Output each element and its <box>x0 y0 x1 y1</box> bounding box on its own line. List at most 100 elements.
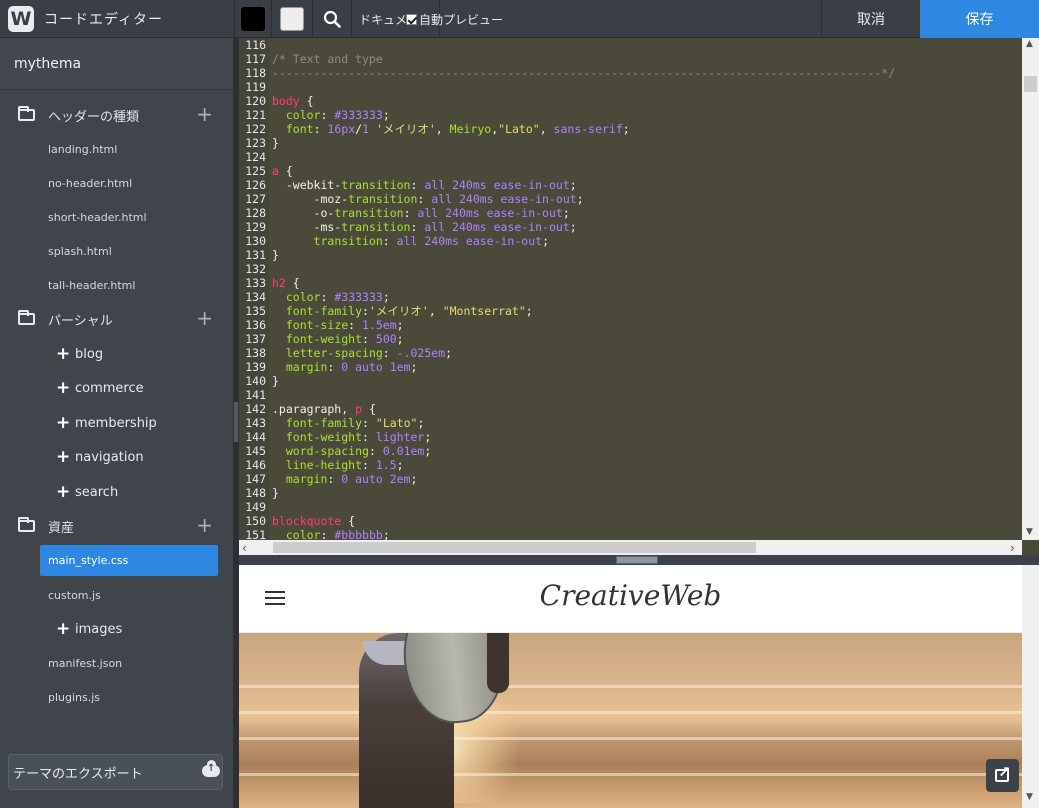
code-token: { <box>299 94 314 108</box>
folder-item-membership[interactable]: + membership <box>0 408 233 438</box>
save-button[interactable]: 保存 <box>920 0 1039 38</box>
autopreview-toggle[interactable]: 自動プレビュー <box>406 0 503 38</box>
scroll-down-icon[interactable]: ▼ <box>1026 792 1033 802</box>
folder-item-commerce[interactable]: + commerce <box>0 373 233 403</box>
scroll-right-icon[interactable]: › <box>1010 541 1015 555</box>
folder-icon <box>18 517 35 532</box>
code-token: transition <box>341 220 411 234</box>
site-preview: CreativeWeb ▼ ↗ <box>239 565 1039 808</box>
line-number: 149 <box>245 500 266 514</box>
expand-plus-icon: + <box>56 344 71 364</box>
code-line: font-family: "Lato"; <box>272 416 425 430</box>
folder-item-search[interactable]: + search <box>0 477 233 507</box>
file-item-active[interactable]: main_style.css <box>40 545 218 576</box>
code-token: ; <box>562 206 570 220</box>
code-token: 0 auto 2em <box>341 472 411 486</box>
folder-item-navigation[interactable]: + navigation <box>0 442 233 472</box>
preview-vertical-scrollbar[interactable]: ▼ <box>1022 565 1039 808</box>
code-token: ; <box>576 192 584 206</box>
folder-item-blog[interactable]: + blog <box>0 339 233 369</box>
file-item[interactable]: tall-header.html <box>0 270 233 300</box>
autopreview-checkbox[interactable] <box>406 13 417 25</box>
file-item[interactable]: plugins.js <box>0 682 233 712</box>
add-file-icon[interactable]: + <box>196 308 213 328</box>
line-number: 148 <box>245 486 266 500</box>
file-item[interactable]: custom.js <box>0 580 233 610</box>
section-header-types[interactable]: ヘッダーの種類 + <box>0 100 233 130</box>
code-token: , <box>539 122 554 136</box>
text-color-button[interactable] <box>235 0 272 38</box>
search-button[interactable] <box>313 0 352 38</box>
section-partials[interactable]: パーシャル + <box>0 304 233 334</box>
folder-label: navigation <box>75 449 144 465</box>
editor-horizontal-scrollbar[interactable]: ‹ › <box>239 540 1022 555</box>
code-token: ; <box>410 472 418 486</box>
editor-preview-splitter[interactable] <box>239 555 1039 565</box>
code-line: font-weight: 500; <box>272 332 404 346</box>
file-item[interactable]: short-header.html <box>0 202 233 232</box>
open-external-button[interactable]: ↗ <box>986 759 1019 792</box>
scroll-down-icon[interactable]: ▼ <box>1026 527 1033 537</box>
code-token: { <box>341 514 356 528</box>
line-number: 136 <box>245 318 266 332</box>
file-item[interactable]: splash.html <box>0 236 233 266</box>
editor-vertical-scrollbar[interactable]: ▲ ▼ <box>1022 38 1039 540</box>
code-line: font-weight: lighter; <box>272 430 431 444</box>
code-token: "Lato" <box>498 122 540 136</box>
export-theme-button[interactable]: テーマのエクスポート <box>8 754 223 790</box>
folder-item-images[interactable]: + images <box>0 614 233 644</box>
code-line: ----------------------------------------… <box>272 66 895 80</box>
background-color-button[interactable] <box>272 0 313 38</box>
file-item[interactable]: manifest.json <box>0 648 233 678</box>
code-editor[interactable]: 116 117 118 119 120 121 122 123 124 125 126 127 128 1… <box>239 38 1039 555</box>
folder-label: commerce <box>75 380 144 396</box>
line-number: 140 <box>245 374 266 388</box>
scroll-thumb[interactable] <box>1024 76 1037 92</box>
add-file-icon[interactable]: + <box>196 515 213 535</box>
code-line: .paragraph, p { <box>272 402 376 416</box>
section-assets[interactable]: 資産 + <box>0 511 233 541</box>
code-line: font: 16px/1 'メイリオ', Meiryo,"Lato", sans… <box>272 122 630 136</box>
file-item[interactable]: landing.html <box>0 134 233 164</box>
scroll-up-icon[interactable]: ▲ <box>1026 39 1033 49</box>
expand-plus-icon: + <box>56 482 71 502</box>
code-token: 0 auto 1em <box>341 360 411 374</box>
line-number: 118 <box>245 66 266 80</box>
line-number: 150 <box>245 514 266 528</box>
line-number: 116 <box>245 38 266 52</box>
theme-name[interactable]: mythema <box>0 38 233 90</box>
code-token: 1.5em <box>362 318 397 332</box>
add-file-icon[interactable]: + <box>196 104 213 124</box>
code-token: "Lato" <box>375 416 418 430</box>
scroll-thumb[interactable] <box>273 542 756 553</box>
line-number: 130 <box>245 234 266 248</box>
code-line: word-spacing: 0.01em; <box>272 444 431 458</box>
splitter-handle[interactable] <box>616 556 658 564</box>
code-token: a <box>272 164 279 178</box>
code-token: : <box>403 206 418 220</box>
code-token: ; <box>382 108 390 122</box>
code-token: } <box>272 248 279 262</box>
code-token: : <box>382 234 397 248</box>
site-title[interactable]: CreativeWeb <box>239 579 1022 612</box>
hero-image <box>239 633 1022 808</box>
cancel-button[interactable]: 取消 <box>821 0 920 38</box>
code-token: : <box>320 108 335 122</box>
expand-plus-icon: + <box>56 378 71 398</box>
code-line: } <box>272 248 279 262</box>
line-number: 119 <box>245 80 266 94</box>
scroll-left-icon[interactable]: ‹ <box>242 541 247 555</box>
code-token: 1 <box>362 122 369 136</box>
file-item[interactable]: no-header.html <box>0 168 233 198</box>
line-number: 122 <box>245 122 266 136</box>
line-number: 144 <box>245 430 266 444</box>
line-number: 117 <box>245 52 266 66</box>
code-token: lighter <box>375 430 425 444</box>
code-token: 500 <box>375 332 397 346</box>
code-token: ; <box>569 220 577 234</box>
sidebar-resize-handle[interactable] <box>234 402 238 442</box>
code-token: transition <box>348 192 418 206</box>
code-token: ----------------------------------------… <box>272 66 896 80</box>
